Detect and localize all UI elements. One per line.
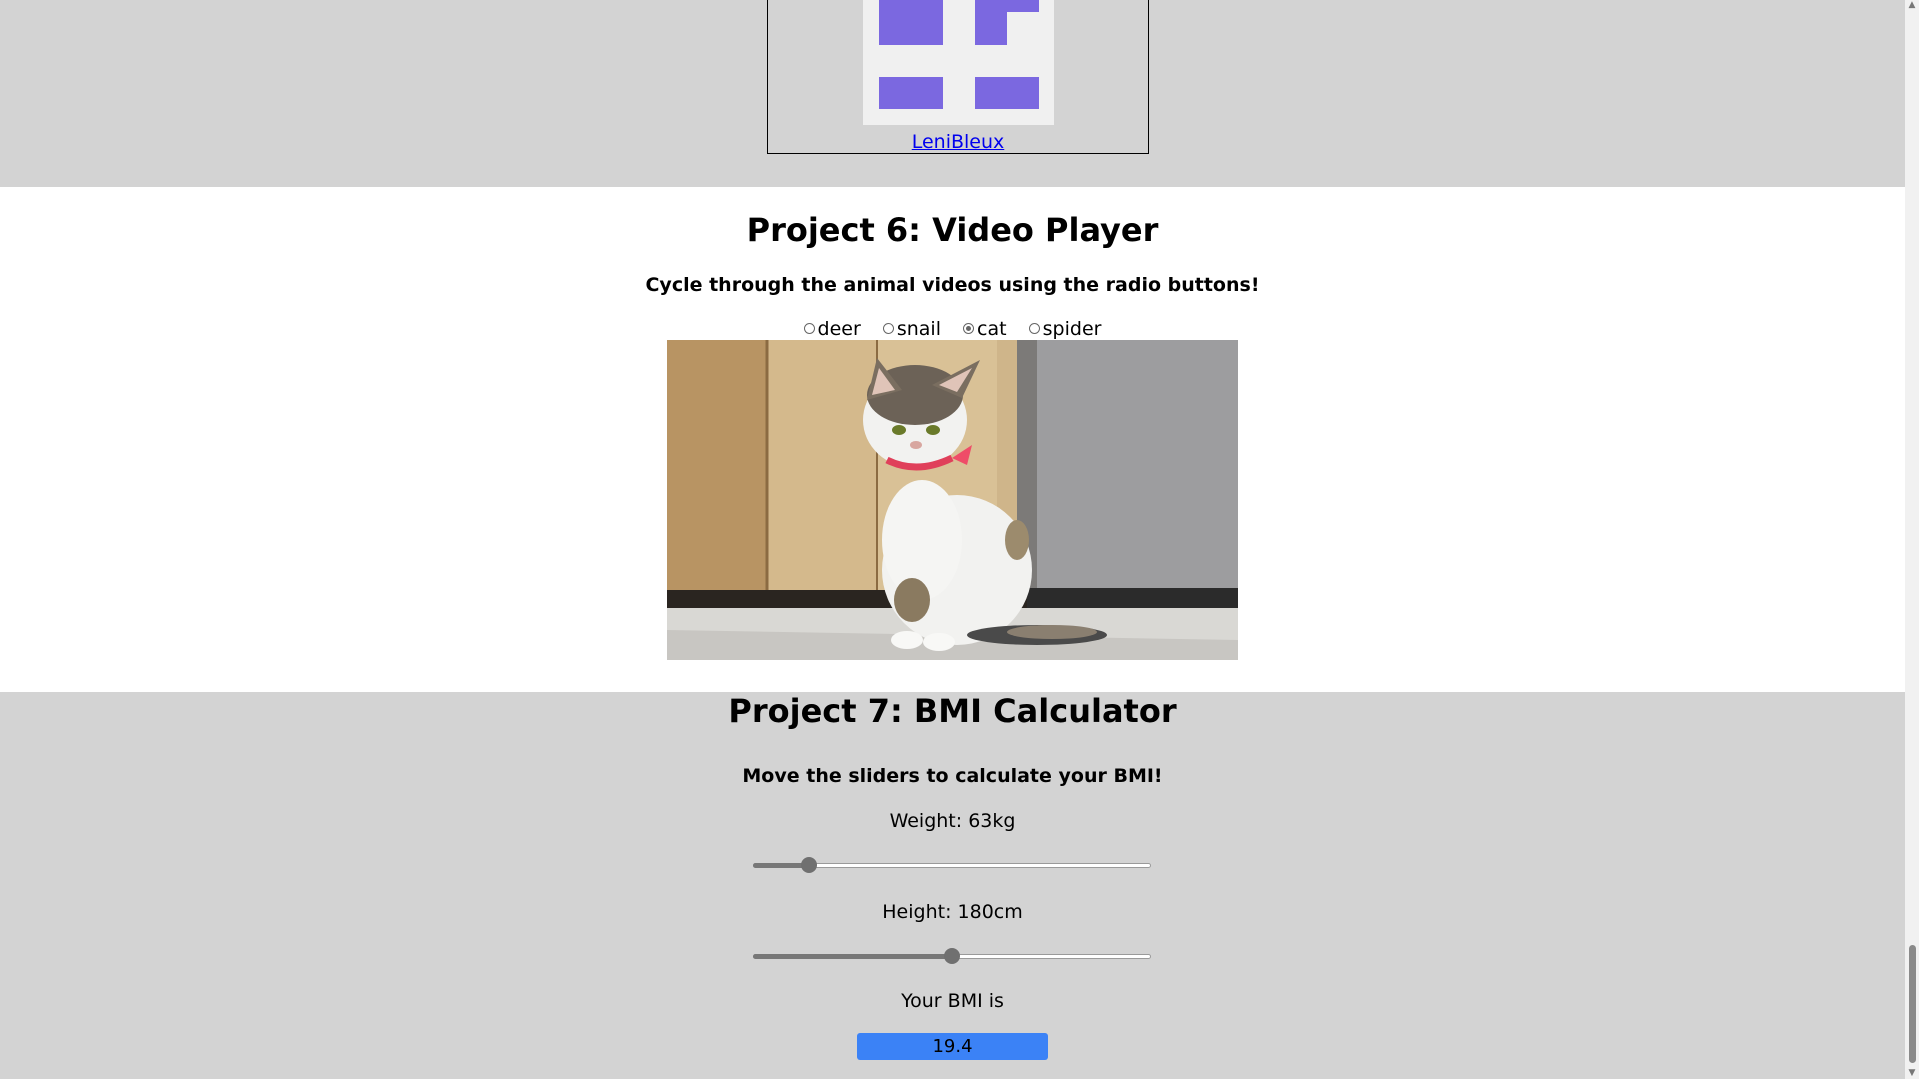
cat-video-frame: [667, 340, 1238, 660]
radio-button-deer[interactable]: [803, 323, 815, 334]
animal-radio-group: deer snail cat spider: [0, 317, 1905, 340]
identicon-image: [863, 0, 1054, 125]
bmi-subtitle: Move the sliders to calculate your BMI!: [742, 765, 1163, 787]
video-player-section: Project 6: Video Player Cycle through th…: [0, 187, 1905, 692]
bmi-result-value: 19.4: [857, 1033, 1048, 1060]
bmi-result-label: Your BMI is: [901, 990, 1004, 1012]
slider-thumb[interactable]: [801, 857, 817, 873]
scroll-up-icon[interactable]: ▲: [1907, 0, 1917, 10]
height-slider[interactable]: [753, 946, 1151, 966]
radio-button-spider[interactable]: [1028, 323, 1040, 334]
radio-label: snail: [896, 317, 941, 340]
weight-slider[interactable]: [753, 855, 1151, 875]
weight-label: Weight: 63kg: [889, 810, 1016, 832]
animal-video[interactable]: [667, 340, 1238, 660]
radio-button-snail[interactable]: [882, 323, 894, 334]
radio-option-spider[interactable]: spider: [1028, 317, 1102, 340]
page: LeniBleux Project 6: Video Player Cycle …: [0, 0, 1905, 1079]
page-scrollbar[interactable]: ▲ ▼: [1905, 0, 1919, 1079]
radio-label: cat: [977, 317, 1007, 340]
radio-button-cat[interactable]: [963, 323, 975, 334]
username-link[interactable]: LeniBleux: [767, 131, 1149, 153]
slider-thumb[interactable]: [944, 948, 960, 964]
video-player-title: Project 6: Video Player: [746, 211, 1159, 249]
radio-label: deer: [817, 317, 861, 340]
radio-option-deer[interactable]: deer: [803, 317, 861, 340]
radio-label: spider: [1042, 317, 1102, 340]
radio-option-cat[interactable]: cat: [963, 318, 1007, 340]
avatar-section: LeniBleux: [0, 0, 1905, 187]
radio-option-snail[interactable]: snail: [882, 317, 941, 340]
height-label: Height: 180cm: [882, 901, 1023, 923]
video-player-subtitle: Cycle through the animal videos using th…: [645, 274, 1260, 296]
slider-fill: [753, 954, 952, 959]
scroll-down-icon[interactable]: ▼: [1907, 1068, 1917, 1078]
bmi-title: Project 7: BMI Calculator: [728, 692, 1177, 730]
scrollbar-thumb[interactable]: [1909, 945, 1916, 1063]
bmi-calculator-section: Project 7: BMI Calculator Move the slide…: [0, 692, 1905, 1079]
